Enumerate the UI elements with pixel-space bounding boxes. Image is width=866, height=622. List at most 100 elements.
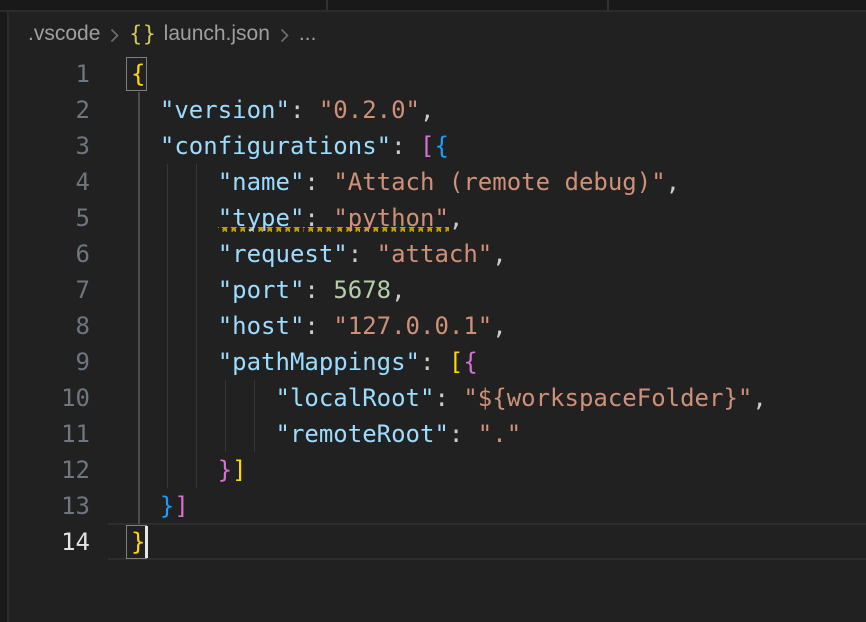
indent-guide (196, 236, 198, 272)
code-token (131, 456, 218, 484)
breadcrumb-symbol-more[interactable]: ... (299, 22, 317, 46)
indent-guide (138, 488, 140, 524)
line-number[interactable]: 3 (9, 128, 90, 164)
tab-2[interactable] (328, 0, 607, 10)
code-lines: 1{2 "version": "0.2.0",3 "configurations… (9, 56, 866, 560)
line-number[interactable]: 5 (9, 200, 90, 236)
code-token: "configurations" (160, 132, 391, 160)
indent-guide (167, 236, 169, 272)
code-token: : (290, 96, 319, 124)
indent-guide (138, 200, 140, 236)
line-content[interactable]: "request": "attach", (131, 236, 507, 272)
code-token-warning: : (304, 204, 333, 232)
tab-3[interactable] (609, 0, 866, 10)
line-content[interactable]: "pathMappings": [{ (131, 344, 478, 380)
code-token: ] (232, 456, 246, 484)
code-token: , (420, 96, 434, 124)
code-token: ] (174, 492, 188, 520)
line-number[interactable]: 4 (9, 164, 90, 200)
code-line[interactable]: 12 }] (9, 452, 866, 488)
vscode-editor-window: .vscode {} launch.json ... 1{2 "version"… (0, 0, 866, 622)
line-number[interactable]: 8 (9, 308, 90, 344)
code-token (131, 204, 218, 232)
code-token: "request" (218, 240, 348, 268)
tab-bar (0, 0, 866, 12)
code-line[interactable]: 6 "request": "attach", (9, 236, 866, 272)
code-token: , (449, 204, 463, 232)
chevron-right-icon (109, 27, 120, 44)
indent-guide (138, 128, 140, 164)
code-line[interactable]: 10 "localRoot": "${workspaceFolder}", (9, 380, 866, 416)
indent-guide (254, 416, 256, 452)
code-token (131, 240, 218, 268)
indent-guide (196, 164, 198, 200)
code-line[interactable]: 4 "name": "Attach (remote debug)", (9, 164, 866, 200)
code-line[interactable]: 11 "remoteRoot": "." (9, 416, 866, 452)
indent-guide (196, 272, 198, 308)
indent-guide (196, 416, 198, 452)
line-number[interactable]: 12 (9, 452, 90, 488)
breadcrumb-folder[interactable]: .vscode (28, 22, 100, 46)
code-token (131, 312, 218, 340)
json-braces-icon: {} (129, 22, 156, 46)
line-content[interactable]: }] (131, 488, 189, 524)
code-line[interactable]: 9 "pathMappings": [{ (9, 344, 866, 380)
line-content[interactable]: "remoteRoot": "." (131, 416, 521, 452)
code-token: "remoteRoot" (276, 420, 449, 448)
breadcrumb: .vscode {} launch.json ... (9, 12, 866, 56)
line-number[interactable]: 11 (9, 416, 90, 452)
indent-guide (138, 92, 140, 128)
line-number[interactable]: 6 (9, 236, 90, 272)
indent-guide (196, 200, 198, 236)
indent-guide (225, 380, 227, 416)
code-line[interactable]: 8 "host": "127.0.0.1", (9, 308, 866, 344)
line-number[interactable]: 2 (9, 92, 90, 128)
code-token: 5678 (333, 276, 391, 304)
line-content[interactable]: "type": "python", (131, 200, 463, 236)
line-number[interactable]: 7 (9, 272, 90, 308)
line-number[interactable]: 14 (9, 524, 90, 560)
code-token: : (449, 420, 478, 448)
indent-guide (167, 380, 169, 416)
chevron-right-icon (279, 27, 290, 44)
code-token (131, 168, 218, 196)
code-line[interactable]: 2 "version": "0.2.0", (9, 92, 866, 128)
code-token: : (348, 240, 377, 268)
tab-1[interactable] (0, 0, 326, 10)
code-token: , (666, 168, 680, 196)
line-content[interactable]: "host": "127.0.0.1", (131, 308, 507, 344)
line-content[interactable]: "configurations": [{ (131, 128, 449, 164)
breadcrumb-file[interactable]: launch.json (164, 22, 270, 46)
line-content[interactable]: }] (131, 452, 247, 488)
bracket-match-close (126, 525, 147, 559)
code-token: [ (420, 132, 434, 160)
code-token: "0.2.0" (319, 96, 420, 124)
line-number[interactable]: 9 (9, 344, 90, 380)
line-number[interactable]: 1 (9, 56, 90, 92)
code-token: : (420, 348, 449, 376)
line-number[interactable]: 13 (9, 488, 90, 524)
code-line[interactable]: 7 "port": 5678, (9, 272, 866, 308)
code-token: "name" (218, 168, 305, 196)
code-token: "pathMappings" (218, 348, 420, 376)
code-line[interactable]: 5 "type": "python", (9, 200, 866, 236)
code-token: , (492, 240, 506, 268)
code-editor[interactable]: 1{2 "version": "0.2.0",3 "configurations… (9, 56, 866, 622)
indent-guide (138, 272, 140, 308)
line-content[interactable]: "name": "Attach (remote debug)", (131, 164, 680, 200)
code-token-warning: "type" (218, 204, 305, 232)
code-token: "attach" (377, 240, 493, 268)
code-token: : (304, 312, 333, 340)
line-content[interactable]: "localRoot": "${workspaceFolder}", (131, 380, 767, 416)
code-token: "version" (160, 96, 290, 124)
code-line[interactable]: 13 }] (9, 488, 866, 524)
panel-sash[interactable] (0, 12, 9, 622)
line-content[interactable]: "version": "0.2.0", (131, 92, 434, 128)
indent-guide (167, 200, 169, 236)
code-line[interactable]: 3 "configurations": [{ (9, 128, 866, 164)
code-token: "port" (218, 276, 305, 304)
line-number[interactable]: 10 (9, 380, 90, 416)
line-content[interactable]: "port": 5678, (131, 272, 406, 308)
code-token: "${workspaceFolder}" (463, 384, 752, 412)
indent-guide (138, 452, 140, 488)
